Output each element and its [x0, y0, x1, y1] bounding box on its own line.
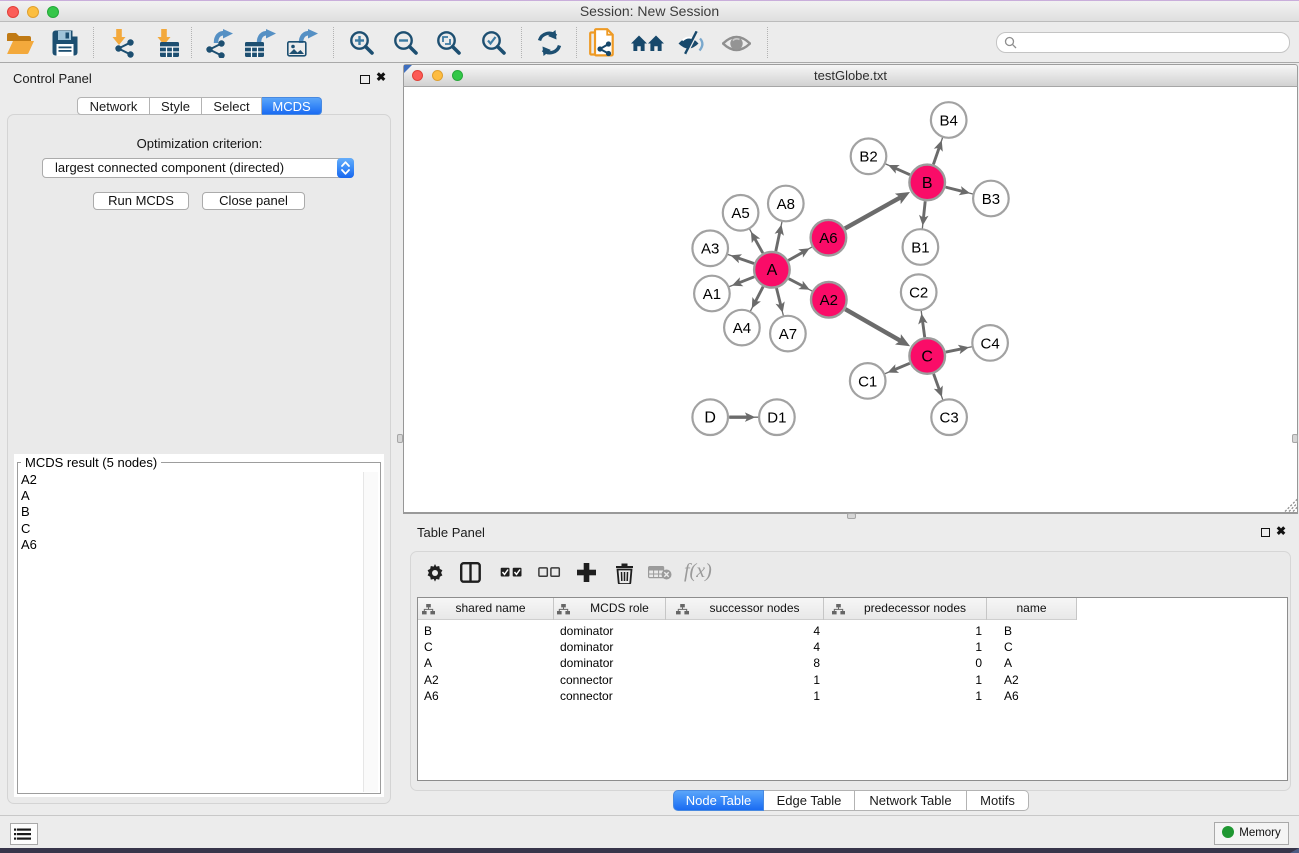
- svg-text:B: B: [922, 175, 933, 192]
- svg-text:D1: D1: [767, 410, 786, 427]
- svg-text:A4: A4: [733, 320, 751, 337]
- svg-text:C1: C1: [858, 373, 877, 390]
- svg-text:A6: A6: [819, 230, 837, 247]
- svg-text:A3: A3: [701, 241, 719, 258]
- svg-text:A5: A5: [731, 205, 749, 222]
- svg-text:B2: B2: [859, 149, 877, 166]
- svg-text:C3: C3: [940, 410, 959, 427]
- svg-text:B3: B3: [982, 191, 1000, 208]
- svg-text:D: D: [704, 410, 716, 427]
- svg-text:C: C: [921, 348, 933, 365]
- svg-text:C2: C2: [909, 285, 928, 302]
- svg-text:A7: A7: [779, 326, 797, 343]
- svg-text:C4: C4: [981, 335, 1000, 352]
- svg-text:A1: A1: [703, 286, 721, 303]
- svg-text:A2: A2: [820, 292, 838, 309]
- svg-text:A8: A8: [777, 196, 795, 213]
- svg-text:A: A: [767, 262, 778, 279]
- svg-text:B1: B1: [911, 239, 929, 256]
- svg-text:B4: B4: [940, 112, 958, 129]
